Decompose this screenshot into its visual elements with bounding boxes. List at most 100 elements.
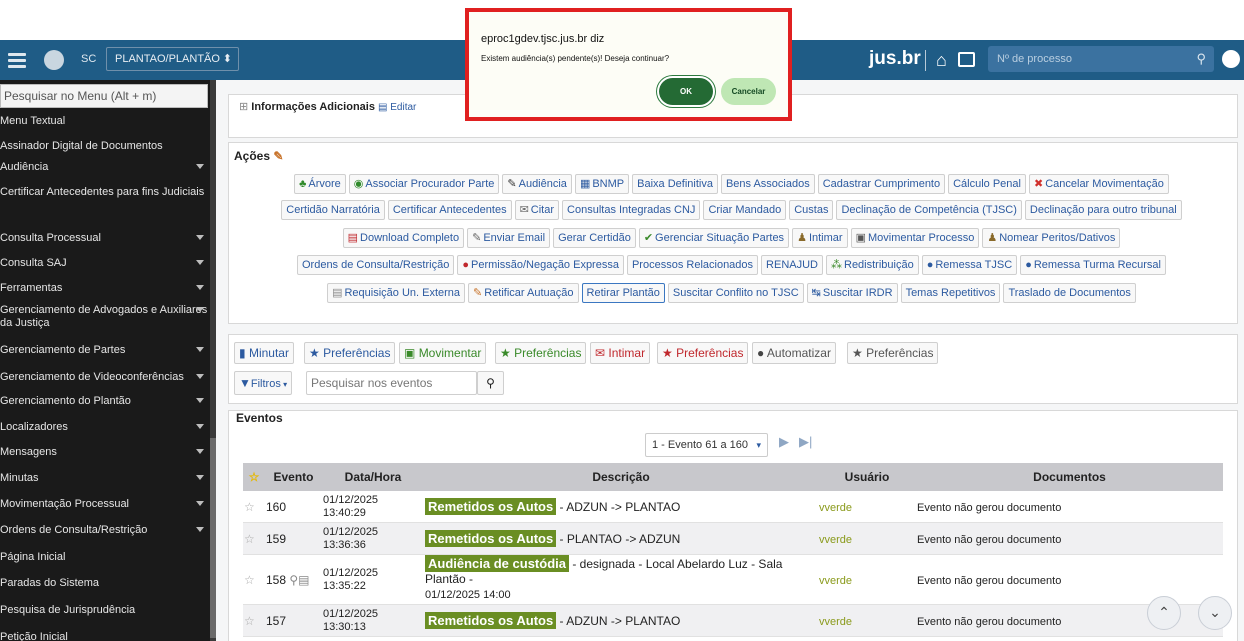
action-button[interactable]: ✎ Audiência: [502, 174, 572, 194]
events-search-input[interactable]: Pesquisar nos eventos: [306, 371, 477, 395]
table-row[interactable]: ☆ 160 01/12/2025 13:40:29 Remetidos os Autos…: [243, 491, 1223, 523]
expand-icon[interactable]: ⊞: [239, 101, 248, 113]
filters-button[interactable]: ▼Filtros ▾: [234, 371, 293, 395]
home-icon[interactable]: ⌂: [936, 50, 947, 71]
sidebar-item[interactable]: Consulta SAJ: [0, 257, 210, 270]
sidebar-item[interactable]: Localizadores: [0, 421, 210, 434]
ok-button[interactable]: OK: [659, 78, 713, 105]
process-number-input[interactable]: Nº de processo ⚲: [988, 46, 1214, 72]
action-button[interactable]: ▦ BNMP: [574, 174, 630, 194]
action-button[interactable]: ⁂ Redistribuição: [826, 255, 919, 275]
action-button[interactable]: Gerar Certidão: [553, 228, 636, 248]
action-button[interactable]: ♣ Árvore: [294, 174, 346, 194]
column-header-evento[interactable]: Evento: [265, 463, 322, 491]
sidebar-item[interactable]: Ordens de Consulta/Restrição: [0, 524, 210, 537]
automatizar-button[interactable]: ● Automatizar: [752, 342, 836, 364]
sidebar-item[interactable]: Assinador Digital de Documentos: [0, 140, 210, 153]
star-icon[interactable]: ☆: [244, 573, 255, 587]
action-button[interactable]: ✎ Retificar Autuação: [468, 283, 579, 303]
action-button[interactable]: Criar Mandado: [703, 200, 787, 220]
column-header-documentos[interactable]: Documentos: [916, 463, 1223, 491]
sidebar-item[interactable]: Menu Textual: [0, 115, 210, 128]
sidebar-item[interactable]: Consulta Processual: [0, 232, 210, 245]
movimentar-preferences-button[interactable]: ★ Preferências: [495, 342, 587, 364]
sidebar-item[interactable]: Gerenciamento de Partes: [0, 344, 210, 357]
action-button[interactable]: ✔ Gerenciar Situação Partes: [638, 228, 790, 248]
user-icon[interactable]: [1222, 50, 1240, 68]
sidebar-item[interactable]: Minutas: [0, 472, 210, 485]
sidebar-search-input[interactable]: Pesquisar no Menu (Alt + m): [0, 84, 208, 108]
sidebar-item[interactable]: Ferramentas: [0, 282, 210, 295]
sidebar-item[interactable]: Gerenciamento do Plantão: [0, 395, 210, 408]
action-button[interactable]: Certidão Narratória: [281, 200, 385, 220]
event-type-tag[interactable]: Remetidos os Autos: [425, 611, 557, 629]
table-row[interactable]: ☆ 158 ⚲▤ 01/12/2025 13:35:22 Audiência de cu…: [243, 554, 1223, 605]
sidebar-item[interactable]: Certificar Antecedentes para fins Judici…: [0, 186, 210, 199]
role-select[interactable]: PLANTAO/PLANTÃO ⬍: [106, 47, 239, 71]
star-icon[interactable]: ☆: [244, 500, 255, 514]
minutar-preferences-button[interactable]: ★ Preferências: [304, 342, 396, 364]
event-user-link[interactable]: vverde: [819, 502, 852, 514]
action-button[interactable]: Processos Relacionados: [626, 255, 759, 275]
action-button[interactable]: ♟ Intimar: [792, 228, 848, 248]
column-header-descricao[interactable]: Descrição: [424, 463, 818, 491]
action-button[interactable]: Temas Repetitivos: [900, 283, 1001, 303]
action-button[interactable]: Cálculo Penal: [948, 174, 1026, 194]
column-header-usuario[interactable]: Usuário: [818, 463, 916, 491]
document-icon[interactable]: ▤: [298, 573, 309, 587]
star-icon[interactable]: ☆: [244, 614, 255, 628]
table-row[interactable]: ☆ 157 01/12/2025 13:30:13 Remetidos os Autos…: [243, 604, 1223, 637]
action-button[interactable]: ↹ Suscitar IRDR: [806, 283, 898, 303]
action-button[interactable]: Traslado de Documentos: [1003, 283, 1136, 303]
intimar-preferences-button[interactable]: ★ Preferências: [657, 342, 749, 364]
action-button[interactable]: Custas: [789, 200, 834, 220]
minutar-button[interactable]: ▮ Minutar: [234, 342, 294, 364]
sidebar-item[interactable]: Petição Inicial: [0, 631, 210, 641]
action-button[interactable]: ▤ Download Completo: [342, 228, 465, 248]
event-type-tag[interactable]: Remetidos os Autos: [425, 497, 557, 515]
star-column-icon[interactable]: ☆: [243, 463, 265, 491]
action-button[interactable]: ▤ Requisição Un. Externa: [327, 283, 466, 303]
action-button[interactable]: Declinação para outro tribunal: [1024, 200, 1182, 220]
sidebar-item[interactable]: Pesquisa de Jurisprudência: [0, 604, 210, 617]
intimar-button[interactable]: ✉ Intimar: [590, 342, 651, 364]
star-icon[interactable]: ☆: [244, 532, 255, 546]
action-button[interactable]: ● Remessa Turma Recursal: [1020, 255, 1166, 275]
action-button[interactable]: ▣ Movimentar Processo: [850, 228, 980, 248]
action-button[interactable]: ✎ Enviar Email: [467, 228, 551, 248]
action-button[interactable]: Declinação de Competência (TJSC): [836, 200, 1022, 220]
movimentar-button[interactable]: ▣ Movimentar: [399, 342, 487, 364]
next-page-icon[interactable]: ▶: [779, 434, 789, 450]
action-button[interactable]: ♟ Nomear Peritos/Dativos: [982, 228, 1121, 248]
action-button[interactable]: Retirar Plantão: [581, 283, 665, 303]
event-type-tag[interactable]: Audiência de custódia: [425, 555, 569, 572]
edit-pencil-icon[interactable]: ✎: [273, 149, 283, 163]
sidebar-item[interactable]: Página Inicial: [0, 551, 210, 564]
automatizar-preferences-button[interactable]: ★ Preferências: [847, 342, 939, 364]
sidebar-item[interactable]: Gerenciamento de Advogados e Auxiliares …: [0, 304, 210, 330]
action-button[interactable]: Ordens de Consulta/Restrição: [296, 255, 455, 275]
event-user-link[interactable]: vverde: [819, 616, 852, 628]
action-button[interactable]: Suscitar Conflito no TJSC: [667, 283, 804, 303]
events-range-select[interactable]: 1 - Evento 61 a 160 ▾: [645, 433, 768, 457]
scroll-up-button[interactable]: ⌃: [1147, 596, 1181, 630]
action-button[interactable]: ● Remessa TJSC: [921, 255, 1018, 275]
sidebar-item[interactable]: Paradas do Sistema: [0, 577, 210, 590]
sidebar-item[interactable]: Mensagens: [0, 446, 210, 459]
sidebar-item[interactable]: Gerenciamento de Videoconferências: [0, 371, 210, 384]
info-title[interactable]: Informações Adicionais: [251, 101, 375, 113]
action-button[interactable]: ◉ Associar Procurador Parte: [348, 174, 500, 194]
action-button[interactable]: ✖ Cancelar Movimentação: [1028, 174, 1169, 194]
action-button[interactable]: Bens Associados: [720, 174, 815, 194]
cancel-button[interactable]: Cancelar: [721, 78, 776, 105]
hamburger-menu-icon[interactable]: [8, 50, 26, 70]
search-icon[interactable]: ⚲: [1196, 46, 1206, 72]
scroll-down-button[interactable]: ⌄: [1198, 596, 1232, 630]
edit-link[interactable]: ▤ Editar: [378, 102, 416, 113]
last-page-icon[interactable]: ▶|: [799, 434, 812, 450]
events-search-button[interactable]: ⚲: [477, 371, 504, 395]
action-button[interactable]: Cadastrar Cumprimento: [817, 174, 946, 194]
action-button[interactable]: Baixa Definitiva: [632, 174, 718, 194]
action-button[interactable]: ● Permissão/Negação Expressa: [457, 255, 624, 275]
globe-icon[interactable]: [44, 50, 64, 70]
